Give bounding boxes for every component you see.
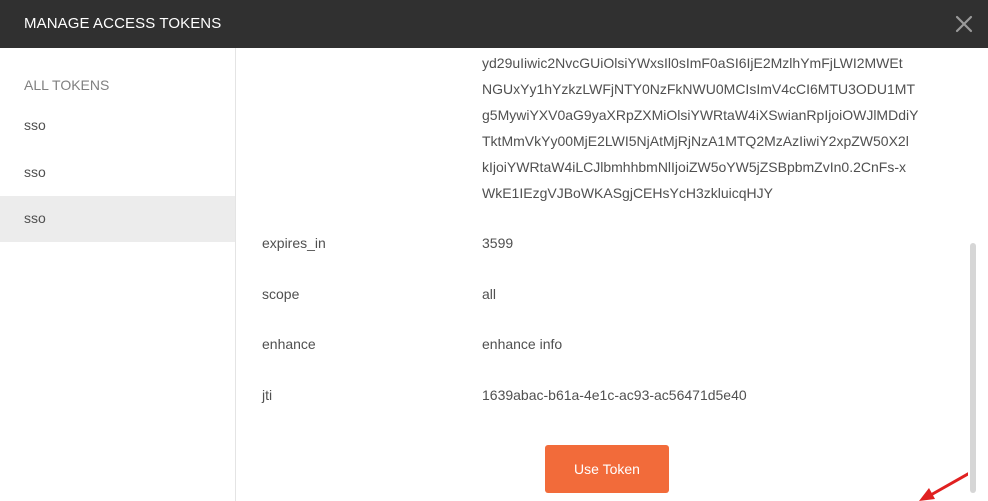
modal-header: MANAGE ACCESS TOKENS [0, 0, 988, 48]
token-details: yd29uIiwic2NvcGUiOlsiYWxsIl0sImF0aSI6IjE… [237, 48, 978, 501]
token-line: TktMmVkYy00MjE2LWI5NjAtMjRjNzA1MTQ2MzAzI… [482, 133, 909, 149]
expires-in-value: 3599 [482, 235, 514, 251]
enhance-key: enhance [262, 336, 316, 352]
token-line: g5MywiYXV0aG9yaXRpZXMiOlsiYWRtaW4iXSwian… [482, 107, 919, 123]
content-scrollbar[interactable] [968, 48, 978, 501]
expires-in-key: expires_in [262, 235, 326, 251]
modal-body: ALL TOKENS sso sso sso yd29uIiwic2NvcGUi… [0, 48, 988, 501]
sidebar-item-sso-3[interactable]: sso [0, 196, 235, 242]
token-line: kIjoiYWRtaW4iLCJlbmhhbmNlIjoiZW5oYW5jZSB… [482, 159, 906, 175]
use-token-button[interactable]: Use Token [545, 445, 669, 493]
manage-access-tokens-modal: MANAGE ACCESS TOKENS ALL TOKENS sso sso … [0, 0, 988, 501]
jti-key: jti [262, 387, 273, 403]
enhance-value: enhance info [482, 336, 563, 352]
token-line: NGUxYy1hYzkzLWFjNTY0NzFkNWU0MCIsImV4cCI6… [482, 81, 915, 97]
jti-value: 1639abac-b61a-4e1c-ac93-ac56471d5e40 [482, 387, 747, 403]
sidebar-item-sso-2[interactable]: sso [0, 150, 235, 196]
access-token-value: yd29uIiwic2NvcGUiOlsiYWxsIl0sImF0aSI6IjE… [482, 50, 952, 206]
scope-key: scope [262, 286, 300, 302]
tokens-sidebar: ALL TOKENS sso sso sso [0, 48, 236, 501]
token-line: WkE1IEzgVJBoWKASgjCEHsYcH3zkluicqHJY [482, 185, 773, 201]
sidebar-item-label: sso [24, 164, 46, 180]
token-line: yd29uIiwic2NvcGUiOlsiYWxsIl0sImF0aSI6IjE… [482, 55, 903, 71]
all-tokens-heading: ALL TOKENS [24, 77, 110, 93]
modal-title: MANAGE ACCESS TOKENS [24, 15, 222, 32]
scope-value: all [482, 286, 497, 302]
scrollbar-thumb[interactable] [970, 243, 976, 493]
close-icon[interactable] [952, 12, 976, 36]
sidebar-item-label: sso [24, 210, 46, 226]
sidebar-item-sso-1[interactable]: sso [0, 103, 235, 149]
sidebar-item-label: sso [24, 117, 46, 133]
